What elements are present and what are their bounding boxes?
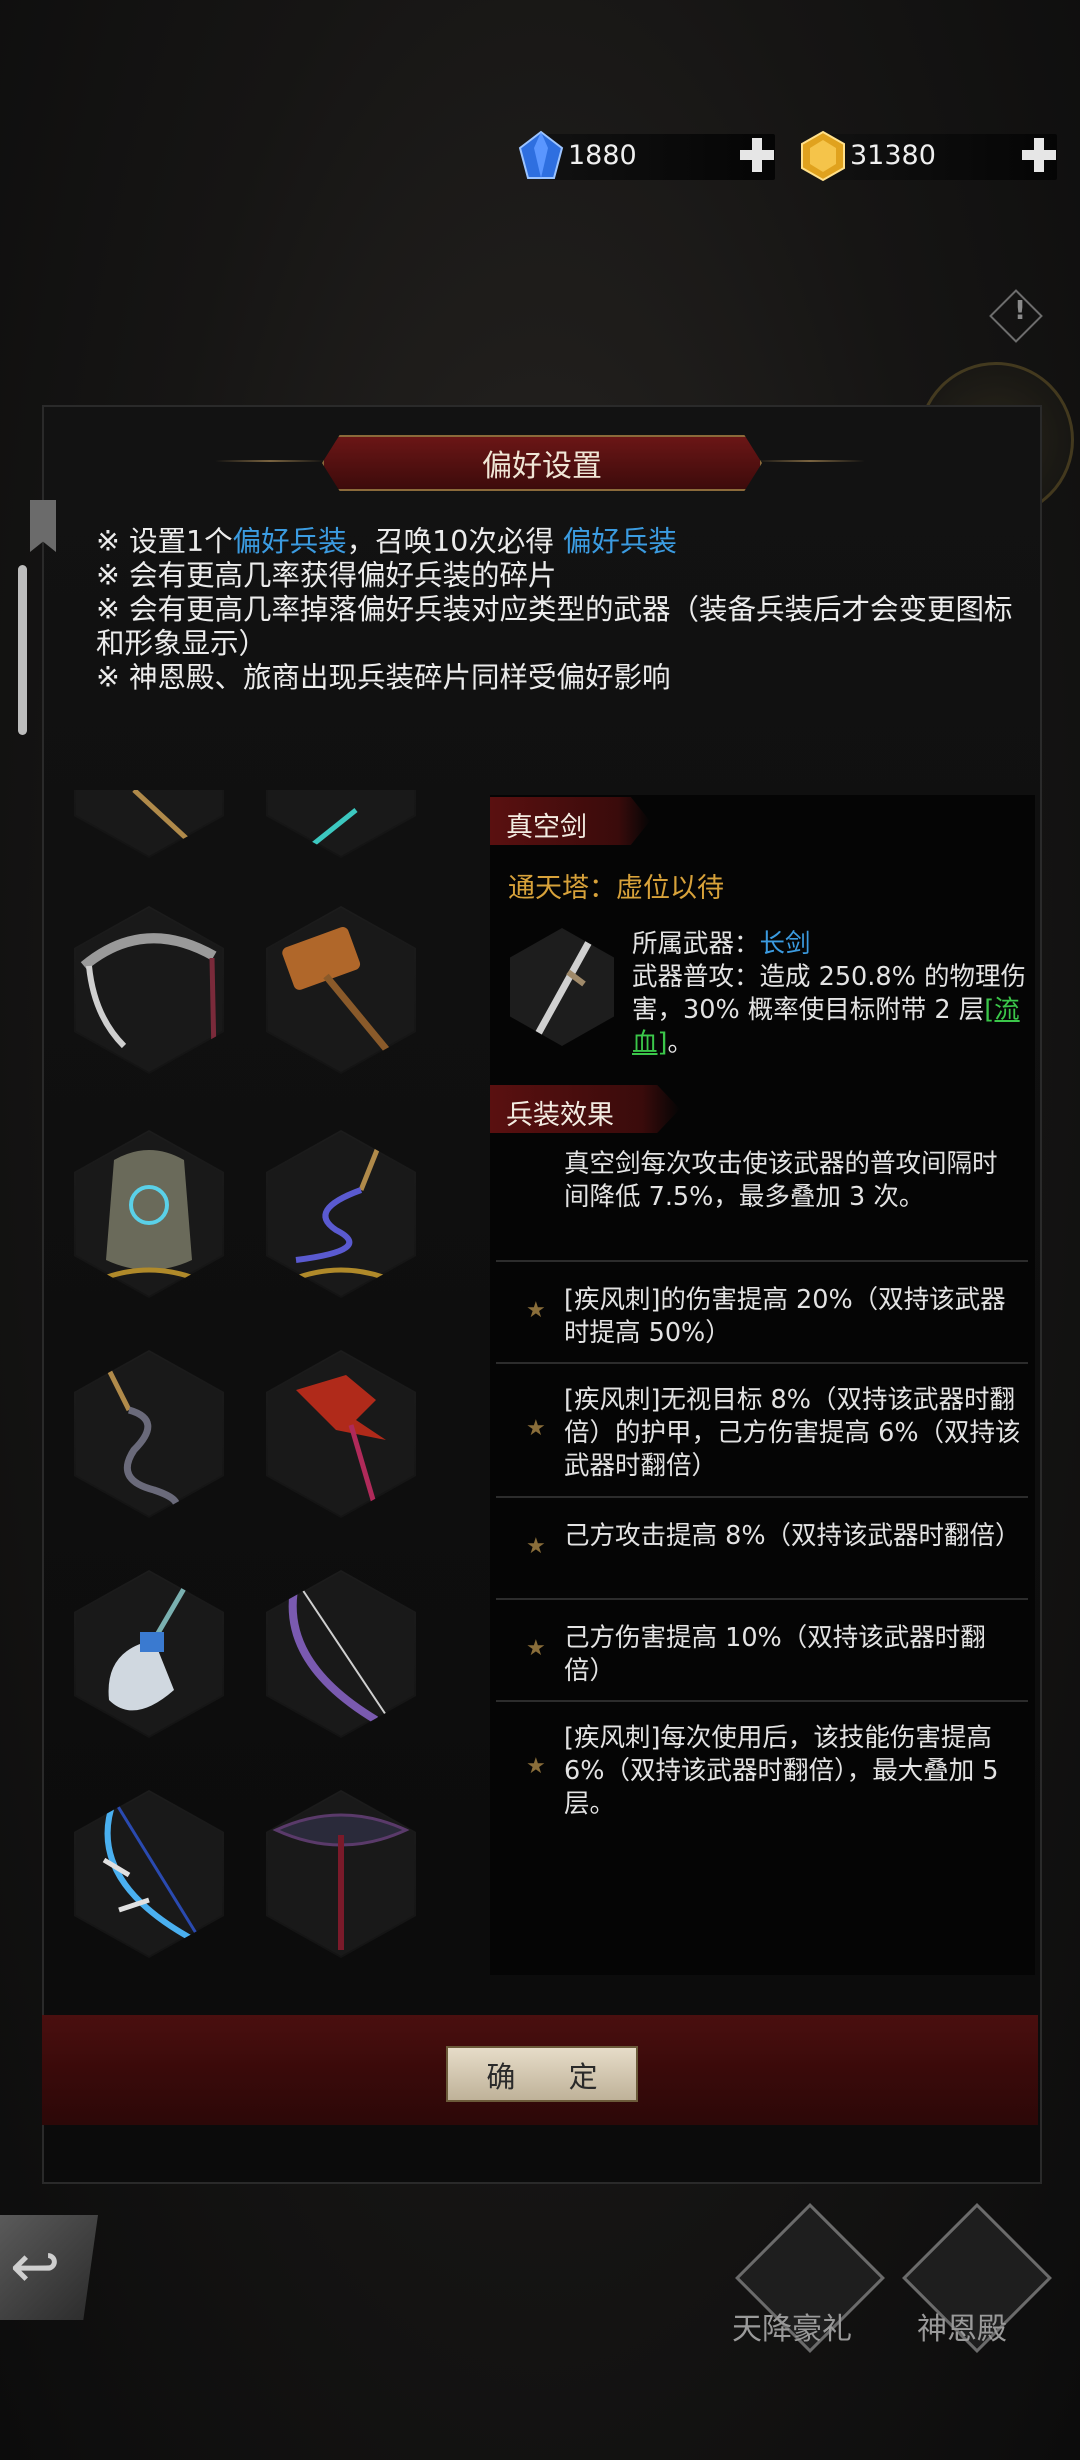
weapon-grid [60, 790, 430, 1970]
preference-notes: ※ 设置1个偏好兵装，召唤10次必得 偏好兵装 ※ 会有更高几率获得偏好兵装的碎… [96, 525, 1016, 695]
add-gold-gem-button[interactable] [1020, 136, 1058, 174]
spear-icon [304, 808, 358, 852]
whip-icon [101, 1358, 180, 1513]
weapon-slot[interactable] [74, 1570, 224, 1738]
dragon-staff-icon [296, 1375, 386, 1511]
dark-halberd-icon [272, 1813, 410, 1950]
note-line: ※ 神恩殿、旅商出现兵装碎片同样受偏好影响 [96, 661, 671, 694]
nav-gift-label[interactable]: 天降豪礼 [732, 2304, 852, 2348]
weapon-type-link[interactable]: 长剑 [760, 929, 811, 959]
note-line: ※ 会有更高几率获得偏好兵装的碎片 [96, 559, 557, 592]
weapon-slot[interactable] [266, 1790, 416, 1958]
weapon-slot[interactable] [74, 1130, 224, 1298]
scrollbar[interactable] [18, 565, 27, 735]
crystal-axe-icon [108, 1578, 192, 1711]
effect-row: ★ 己方攻击提高 8%（双持该武器时翻倍） [496, 1498, 1028, 1600]
effects-title: 兵装效果 [506, 1100, 614, 1131]
note-line: ※ 设置1个偏好兵装，召唤10次必得 偏好兵装 [96, 525, 677, 558]
back-arrow-icon: ↩ [10, 2232, 61, 2302]
shield-rune-icon [98, 1150, 200, 1283]
weapon-slot[interactable] [74, 1790, 224, 1958]
effect-row: ★ [疾风刺]每次使用后，该技能伤害提高 6%（双持该武器时翻倍），最大叠加 5… [526, 1723, 999, 1819]
gold-gem-icon [801, 130, 845, 182]
weapon-slot[interactable] [74, 790, 224, 858]
chain-staff-icon [290, 1139, 392, 1283]
weapon-slot[interactable] [266, 1130, 416, 1298]
confirm-label: 确 定 [486, 2060, 620, 2094]
star-icon: ★ [526, 1534, 546, 1559]
add-blue-gem-button[interactable] [738, 136, 776, 174]
note-line: ※ 会有更高几率掉落偏好兵装对应类型的武器（装备兵装后才会变更图标和形象显示） [96, 593, 1013, 660]
weapon-slot[interactable] [266, 1570, 416, 1738]
effect-row: ★ [疾风刺]的伤害提高 20%（双持该武器时提高 50%） [496, 1262, 1028, 1364]
weapon-slot[interactable] [266, 790, 416, 858]
blue-gem-value: 1880 [568, 140, 637, 171]
effect-row: 真空剑每次攻击使该武器的普攻间隔时间降低 7.5%，最多叠加 3 次。 [496, 1145, 1028, 1262]
weapon-name: 真空剑 [506, 812, 587, 843]
star-icon: ★ [526, 1298, 546, 1323]
effect-row: ★ [疾风刺]无视目标 8%（双持该武器时翻倍）的护甲，己方伤害提高 6%（双持… [496, 1364, 1028, 1498]
star-icon: ★ [526, 1636, 546, 1661]
star-icon: ★ [526, 1754, 546, 1779]
nav-temple-label[interactable]: 神恩殿 [917, 2304, 1007, 2348]
tower-info: 通天塔：虚位以待 [508, 873, 724, 904]
scythe-icon [80, 933, 217, 1057]
weapon-slot[interactable] [74, 1350, 224, 1518]
weapon-description: 所属武器：长剑 武器普攻：造成 250.8% 的物理伤害，30% 概率使目标附带… [632, 929, 1026, 1058]
weapon-slot[interactable] [74, 906, 224, 1074]
weapon-slot[interactable] [266, 1350, 416, 1518]
weapon-icon [132, 790, 201, 852]
hammer-icon [282, 927, 399, 1064]
weapon-slot[interactable] [266, 906, 416, 1074]
gold-gem-value: 31380 [850, 140, 936, 171]
dialog-title: 偏好设置 [482, 449, 602, 484]
frost-bow-icon [102, 1798, 201, 1943]
blue-gem-icon [518, 130, 564, 179]
purple-bow-icon [288, 1579, 387, 1724]
star-icon: ★ [526, 1416, 546, 1441]
effect-row: ★ 己方伤害提高 10%（双持该武器时翻倍） [496, 1600, 1028, 1702]
